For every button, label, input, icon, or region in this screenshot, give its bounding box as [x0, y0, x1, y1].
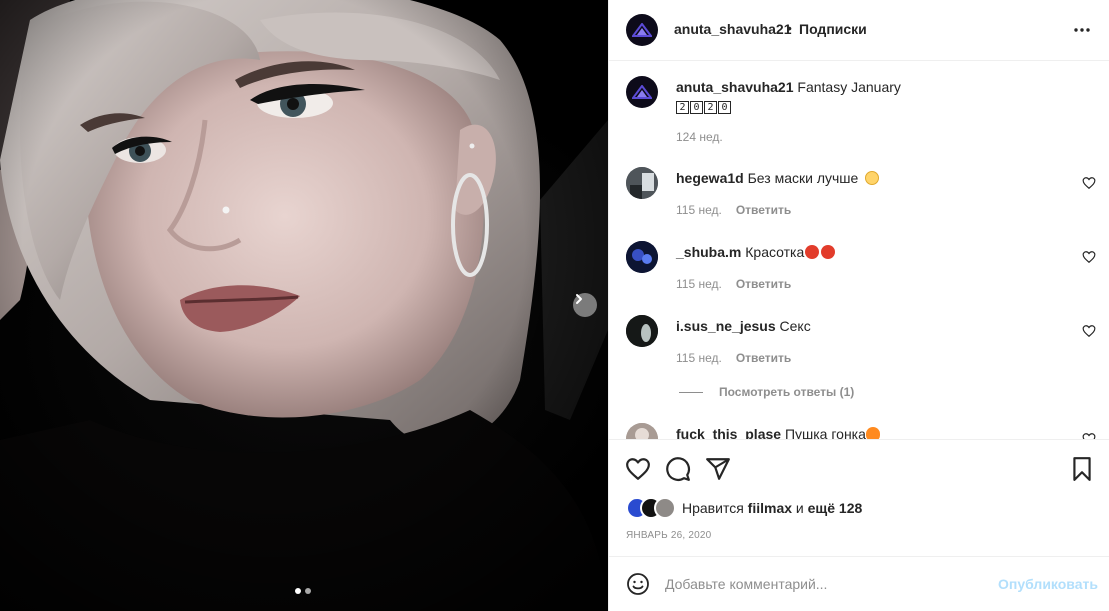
comment-like-icon[interactable]	[1082, 324, 1096, 338]
comment-text: Секс	[779, 318, 811, 334]
reply-button[interactable]: Ответить	[736, 351, 791, 365]
devil-emoji	[805, 245, 820, 259]
like-heart-icon[interactable]	[625, 456, 651, 482]
carousel-dot-active	[295, 588, 301, 594]
comment-input[interactable]	[665, 572, 985, 596]
header-separator: •	[787, 20, 792, 36]
caption-username[interactable]: anuta_shavuha21	[676, 79, 794, 95]
caption-text-block: anuta_shavuha21 Fantasy January 2 0 2 0	[676, 78, 1076, 114]
carousel-next-button[interactable]	[573, 293, 597, 317]
comment-text-block: hegewa1d Без маски лучше	[676, 169, 1076, 187]
commenter-avatar[interactable]	[626, 315, 658, 347]
comment-meta: 115 нед. Ответить	[676, 277, 791, 291]
comment-text: Без маски лучше	[747, 170, 859, 186]
avatar-photo	[626, 423, 658, 439]
comment-age: 115 нед.	[676, 351, 722, 365]
likes-summary[interactable]: Нравится fiilmax и ещё 128	[626, 497, 862, 519]
comment-text: Красотка	[745, 244, 805, 260]
comment-text-block: fuck_this_plase Пушка гонка	[676, 425, 1076, 439]
view-replies-label: Посмотреть ответы (1)	[719, 385, 855, 399]
view-replies-button[interactable]: Посмотреть ответы (1)	[679, 385, 854, 399]
comment-bubble-icon[interactable]	[665, 456, 691, 482]
comment-like-icon[interactable]	[1082, 432, 1096, 439]
more-options-icon[interactable]	[1072, 20, 1092, 40]
triangle-logo-icon	[632, 85, 652, 99]
comment-username[interactable]: fuck_this_plase	[676, 426, 781, 439]
chevron-right-icon	[576, 294, 582, 304]
year-box: 0	[718, 101, 731, 114]
comment-age: 115 нед.	[676, 277, 722, 291]
liker-avatar	[654, 497, 676, 519]
year-box: 2	[676, 101, 689, 114]
likes-prefix: Нравится	[682, 500, 744, 516]
caption-text: Fantasy January	[797, 79, 901, 95]
comment-meta: 115 нед. Ответить	[676, 351, 791, 365]
post-panel: anuta_shavuha21 • Подписки anuta_shavuha…	[608, 0, 1109, 611]
post-date: ЯНВАРЬ 26, 2020	[626, 530, 712, 541]
author-username[interactable]: anuta_shavuha21	[674, 21, 792, 37]
carousel-dot	[305, 588, 311, 594]
comment-meta: 115 нед. Ответить	[676, 203, 791, 217]
likes-text: Нравится fiilmax и ещё 128	[682, 500, 862, 516]
following-button[interactable]: Подписки	[799, 21, 867, 37]
add-comment-bar: Опубликовать	[609, 556, 1109, 611]
devil-emoji	[821, 245, 836, 259]
fire-emoji	[865, 427, 880, 439]
comment-username[interactable]: i.sus_ne_jesus	[676, 318, 776, 334]
comment-like-icon[interactable]	[1082, 250, 1096, 264]
replies-divider	[679, 391, 703, 393]
comments-list[interactable]: anuta_shavuha21 Fantasy January 2 0 2 0 …	[609, 61, 1109, 439]
post-photo[interactable]	[0, 0, 608, 611]
caption-avatar[interactable]	[626, 76, 658, 108]
year-box: 0	[690, 101, 703, 114]
caption-year-boxes: 2 0 2 0	[676, 101, 731, 114]
comment-like-icon[interactable]	[1082, 176, 1096, 190]
blush-mask-emoji	[865, 171, 880, 185]
avatar-photo	[626, 167, 658, 199]
triangle-logo-icon	[632, 23, 652, 37]
avatar-photo	[626, 315, 658, 347]
comment-username[interactable]: hegewa1d	[676, 170, 744, 186]
share-paper-plane-icon[interactable]	[705, 456, 731, 482]
commenter-avatar[interactable]	[626, 423, 658, 439]
comment-text-block: _shuba.m Красотка	[676, 243, 1076, 261]
comment-text: Пушка гонка	[784, 426, 866, 439]
likes-conjunction: и	[795, 500, 804, 516]
author-avatar[interactable]	[626, 14, 658, 46]
comment-text-block: i.sus_ne_jesus Секс	[676, 317, 1076, 335]
emoji-smile-icon[interactable]	[626, 572, 650, 596]
post-actions: Нравится fiilmax и ещё 128 ЯНВАРЬ 26, 20…	[609, 439, 1109, 556]
avatar-photo	[626, 241, 658, 273]
reply-button[interactable]: Ответить	[736, 277, 791, 291]
save-bookmark-icon[interactable]	[1069, 456, 1095, 482]
comment-age: 115 нед.	[676, 203, 722, 217]
likes-more-count[interactable]: ещё 128	[808, 500, 863, 516]
reply-button[interactable]: Ответить	[736, 203, 791, 217]
portrait-image	[0, 0, 608, 611]
comment-username[interactable]: _shuba.m	[676, 244, 741, 260]
carousel-indicator	[295, 588, 311, 594]
year-box: 2	[704, 101, 717, 114]
commenter-avatar[interactable]	[626, 167, 658, 199]
publish-button[interactable]: Опубликовать	[998, 576, 1098, 592]
liker-username[interactable]: fiilmax	[748, 500, 792, 516]
commenter-avatar[interactable]	[626, 241, 658, 273]
post-header: anuta_shavuha21 • Подписки	[609, 0, 1109, 61]
caption-age: 124 нед.	[676, 130, 723, 144]
